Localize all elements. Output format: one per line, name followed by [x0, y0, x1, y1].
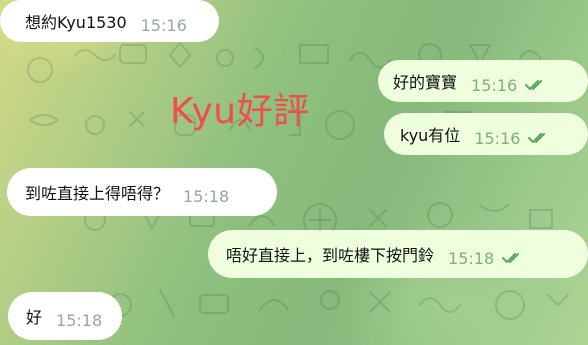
message-text: 到咗直接上得唔得？ [25, 184, 170, 203]
message-time: 15:18 [448, 248, 495, 268]
message-bubble-incoming[interactable]: 到咗直接上得唔得？ 15:18 [7, 168, 277, 216]
message-time: 15:16 [474, 128, 521, 148]
message-time: 15:16 [140, 15, 187, 35]
message-bubble-outgoing[interactable]: kyu有位 15:16 [384, 113, 588, 155]
message-text: 好 [26, 308, 43, 327]
message-text: 唔好直接上，到咗樓下按門鈴 [226, 246, 435, 265]
message-text: kyu有位 [400, 126, 461, 145]
message-text: 好的寶寶 [393, 73, 458, 92]
message-text: 想約Kyu1530 [25, 13, 127, 32]
double-check-icon [528, 129, 550, 148]
double-check-icon [525, 76, 547, 95]
message-bubble-incoming[interactable]: 好 15:18 [8, 292, 122, 340]
message-time: 15:16 [471, 75, 518, 95]
watermark-text: Kyu好評 [170, 91, 310, 132]
message-bubble-incoming[interactable]: 想約Kyu1530 15:16 [0, 0, 219, 42]
message-bubble-outgoing[interactable]: 好的寶寶 15:16 [378, 60, 588, 102]
message-bubble-outgoing[interactable]: 唔好直接上，到咗樓下按門鈴 15:18 [208, 230, 588, 278]
double-check-icon [502, 249, 524, 268]
message-time: 15:18 [183, 186, 230, 206]
message-time: 15:18 [56, 310, 103, 330]
